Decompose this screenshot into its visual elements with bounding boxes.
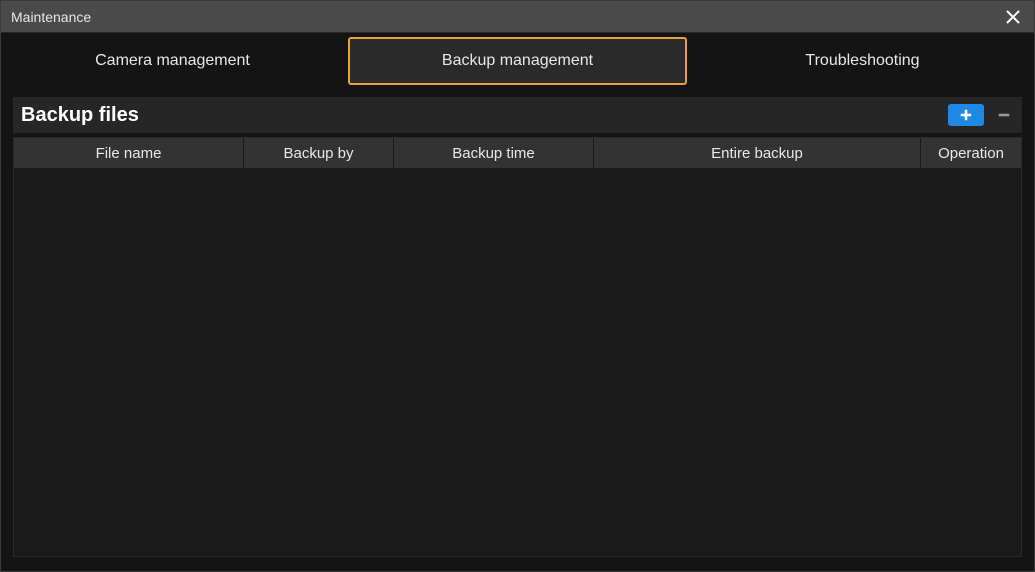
- titlebar: Maintenance: [1, 1, 1034, 33]
- backup-table: File name Backup by Backup time Entire b…: [13, 137, 1022, 557]
- tab-bar: Camera management Backup management Trou…: [1, 33, 1034, 89]
- maintenance-window: Maintenance Camera management Backup man…: [0, 0, 1035, 572]
- close-icon: [1005, 9, 1021, 25]
- column-header-entire[interactable]: Entire backup: [594, 138, 921, 168]
- column-header-operation[interactable]: Operation: [921, 138, 1021, 168]
- tab-troubleshooting[interactable]: Troubleshooting: [695, 37, 1030, 85]
- remove-backup-button[interactable]: [994, 105, 1014, 125]
- column-header-filename[interactable]: File name: [14, 138, 244, 168]
- add-backup-button[interactable]: [948, 104, 984, 126]
- close-button[interactable]: [1002, 6, 1024, 28]
- table-body: [14, 168, 1021, 556]
- tab-backup-management[interactable]: Backup management: [348, 37, 687, 85]
- tab-camera-management[interactable]: Camera management: [5, 37, 340, 85]
- section-title: Backup files: [21, 104, 139, 127]
- window-title: Maintenance: [11, 9, 91, 25]
- section-actions: [948, 104, 1014, 126]
- plus-icon: [959, 108, 973, 122]
- table-header-row: File name Backup by Backup time Entire b…: [14, 138, 1021, 168]
- column-header-backuptime[interactable]: Backup time: [394, 138, 594, 168]
- column-header-backupby[interactable]: Backup by: [244, 138, 394, 168]
- content-area: Backup files File name Backup by: [1, 89, 1034, 571]
- minus-icon: [997, 108, 1011, 122]
- section-header: Backup files: [13, 97, 1022, 133]
